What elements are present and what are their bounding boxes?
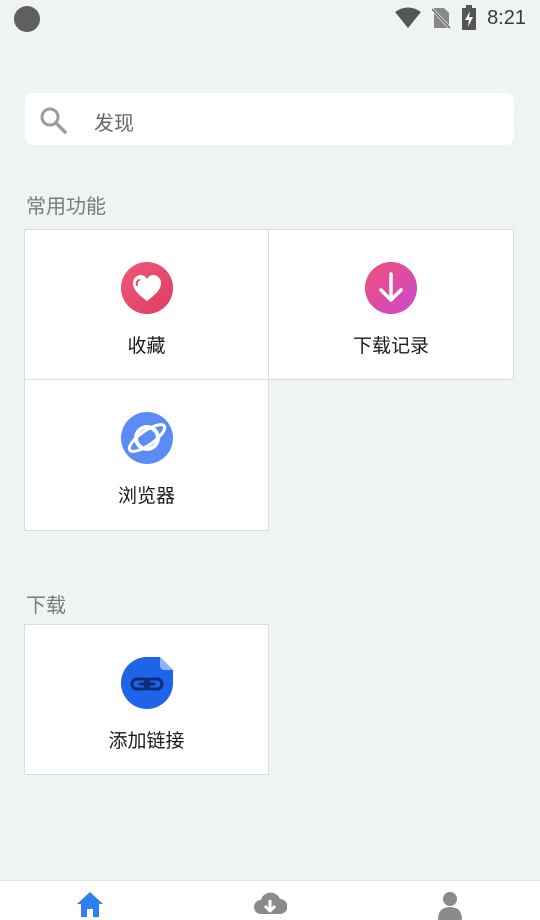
user-icon [438,892,462,920]
search-bar[interactable]: 发现 [25,93,514,145]
status-icons: 8:21 [395,5,526,31]
browser-label: 浏览器 [117,485,175,507]
download-arrow-icon [365,262,417,314]
nav-home[interactable] [0,881,180,920]
nav-profile[interactable] [360,881,540,920]
home-icon [77,892,103,917]
notification-dot-icon [14,6,40,32]
download-history-label: 下载记录 [352,335,429,357]
link-icon [120,657,173,709]
search-icon [40,107,67,134]
section-title-download: 下载 [26,593,66,617]
nav-downloads[interactable] [180,881,360,920]
browser-tile[interactable]: 浏览器 [24,379,269,531]
browser-planet-icon [120,412,173,464]
bottom-navigation [0,880,540,920]
heart-icon [120,262,173,314]
favorites-label: 收藏 [127,335,166,357]
no-sim-icon [431,7,452,30]
add-link-label: 添加链接 [108,730,185,752]
favorites-tile[interactable]: 收藏 [24,229,269,380]
download-history-tile[interactable]: 下载记录 [268,229,514,380]
wifi-icon [395,7,422,28]
section-title-common: 常用功能 [26,194,106,218]
status-bar: 8:21 [0,0,540,36]
status-time: 8:21 [487,6,526,29]
add-link-tile[interactable]: 添加链接 [24,624,269,775]
search-placeholder: 发现 [94,111,134,135]
cloud-download-icon [254,892,287,914]
battery-charging-icon [462,5,477,30]
